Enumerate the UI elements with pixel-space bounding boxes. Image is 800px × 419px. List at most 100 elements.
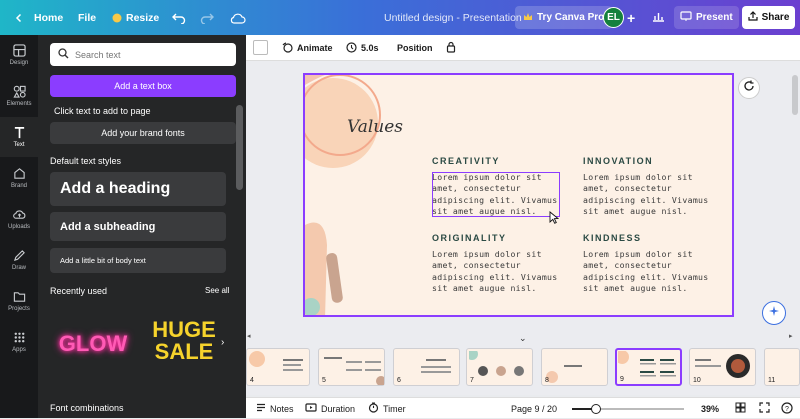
cloud-save-icon[interactable] (230, 0, 246, 35)
duration-toggle[interactable]: Duration (305, 398, 355, 419)
rail-item-text[interactable]: Text (0, 117, 38, 157)
grid-view-button[interactable] (735, 398, 746, 419)
undo-button[interactable] (172, 0, 186, 35)
page-thumbnail-selected[interactable]: 9 (615, 348, 682, 386)
scroll-right-icon[interactable]: ▸ (789, 332, 793, 340)
avatar[interactable]: EL (603, 7, 624, 28)
help-button[interactable]: ? (781, 398, 793, 419)
add-subheading-button[interactable]: Add a subheading (50, 212, 226, 241)
bottom-bar: Notes Duration Timer Page 9 / 20 39% ? (246, 397, 800, 418)
duration-button[interactable]: 5.0s (346, 35, 379, 61)
search-box[interactable] (50, 43, 236, 66)
body-line: adipiscing elit. Vivamus (583, 271, 709, 282)
recent-text-huge-sale[interactable]: HUGE SALE (142, 319, 226, 369)
slide-title[interactable]: Values (347, 117, 403, 137)
canvas-scrollbar[interactable] (792, 75, 798, 115)
rail-item-uploads[interactable]: Uploads (0, 199, 38, 239)
add-text-box-button[interactable]: Add a text box (50, 75, 236, 97)
context-toolbar: Animate 5.0s Position (246, 35, 800, 61)
page-thumbnail[interactable]: 10 (689, 348, 756, 386)
body-line: Lorem ipsum dolor sit (583, 249, 693, 259)
animate-label: Animate (297, 43, 333, 53)
font-combinations-heading: Font combinations (50, 403, 124, 413)
animate-icon (282, 41, 293, 55)
file-menu[interactable]: File (78, 0, 96, 35)
section-body[interactable]: Lorem ipsum dolor sit amet, consectetur … (583, 249, 723, 294)
rail-item-elements[interactable]: Elements (0, 76, 38, 116)
resize-button[interactable]: Resize (112, 0, 159, 35)
position-label: Position (397, 43, 433, 53)
section-heading[interactable]: ORIGINALITY (432, 233, 507, 243)
page-indicator[interactable]: Page 9 / 20 (511, 398, 557, 419)
chevron-right-icon[interactable]: › (221, 337, 224, 348)
pen-icon (13, 250, 25, 262)
share-label: Share (761, 12, 790, 23)
rail-label: Design (9, 60, 29, 66)
present-label: Present (696, 12, 733, 23)
section-heading[interactable]: KINDNESS (583, 233, 642, 243)
page-thumbnail[interactable]: 6 (393, 348, 460, 386)
section-heading[interactable]: CREATIVITY (432, 156, 500, 166)
try-canva-pro-label: Try Canva Pro (537, 12, 605, 23)
top-bar: Home File Resize Untitled design - Prese… (0, 0, 800, 35)
add-heading-button[interactable]: Add a heading (50, 172, 226, 206)
resize-label: Resize (126, 11, 160, 24)
page-thumbnail[interactable]: 7 (466, 348, 533, 386)
see-all-link[interactable]: See all (205, 286, 229, 295)
collapse-pages-chevron-icon[interactable]: ⌄ (519, 333, 527, 344)
timer-button[interactable]: Timer (368, 398, 406, 419)
magic-assistant-button[interactable] (762, 301, 786, 325)
present-button[interactable]: Present (674, 6, 739, 29)
brand-icon (13, 168, 25, 179)
position-button[interactable]: Position (397, 35, 433, 61)
lock-icon (446, 41, 456, 55)
panel-scrollbar[interactable] (236, 105, 243, 190)
home-button[interactable]: Home (14, 0, 63, 35)
text-selection-box[interactable] (432, 172, 560, 217)
design-icon (12, 44, 26, 57)
section-body[interactable]: Lorem ipsum dolor sit amet, consectetur … (583, 172, 723, 217)
scroll-left-icon[interactable]: ◂ (247, 332, 251, 340)
thumb-content (421, 359, 451, 373)
insights-button[interactable] (652, 0, 665, 35)
heading-label: Add a heading (60, 180, 171, 197)
lock-button[interactable] (446, 35, 456, 61)
zoom-slider-knob[interactable] (591, 404, 601, 414)
cloud-upload-icon (12, 210, 25, 219)
body-line: Lorem ipsum dolor sit (432, 249, 542, 259)
page-thumbnail[interactable]: 4 (246, 348, 310, 386)
notes-button[interactable]: Notes (256, 398, 294, 419)
section-heading[interactable]: INNOVATION (583, 156, 653, 166)
document-title[interactable]: Untitled design - Presentation (384, 0, 522, 35)
rail-item-apps[interactable]: Apps (0, 322, 38, 362)
zoom-level[interactable]: 39% (701, 398, 719, 419)
share-button[interactable]: Share (742, 6, 795, 29)
rail-item-design[interactable]: Design (0, 35, 38, 75)
rail-label: Text (13, 142, 25, 148)
page-thumbnail[interactable]: 5 (318, 348, 385, 386)
page-thumbnail[interactable]: 11 (764, 348, 800, 386)
file-label: File (78, 11, 97, 24)
clock-icon (346, 41, 357, 55)
background-color-swatch[interactable] (253, 40, 268, 55)
rail-item-projects[interactable]: Projects (0, 281, 38, 321)
side-rail: Design Elements Text Brand Uploads Draw … (0, 35, 38, 418)
add-collaborator-button[interactable]: + (627, 0, 635, 35)
rail-item-brand[interactable]: Brand (0, 158, 38, 198)
body-line: amet, consectetur (583, 260, 672, 271)
search-input[interactable] (75, 49, 225, 60)
duration-icon (305, 403, 317, 414)
animate-button[interactable]: Animate (282, 35, 333, 61)
plus-icon: + (627, 9, 636, 26)
rail-item-draw[interactable]: Draw (0, 240, 38, 280)
redo-button[interactable] (200, 0, 214, 35)
rotate-refresh-button[interactable] (738, 77, 760, 99)
fullscreen-button[interactable] (759, 398, 770, 419)
brand-fonts-button[interactable]: Add your brand fonts (50, 122, 236, 144)
slide-canvas[interactable]: Values CREATIVITY Lorem ipsum dolor sit … (303, 73, 734, 317)
add-body-text-button[interactable]: Add a little bit of body text (50, 248, 226, 273)
page-thumbnail[interactable]: 8 (541, 348, 608, 386)
try-canva-pro-button[interactable]: Try Canva Pro (515, 6, 613, 29)
recent-text-glow[interactable]: GLOW (50, 301, 136, 387)
section-body[interactable]: Lorem ipsum dolor sit amet, consectetur … (432, 249, 572, 294)
